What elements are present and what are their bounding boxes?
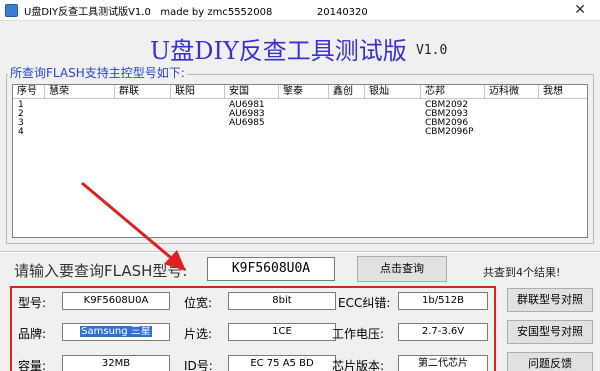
column-header[interactable]: 芯邦 — [421, 85, 485, 99]
ecc-field[interactable]: 1b/512B — [398, 292, 488, 310]
chip-version-label: 芯片版本: — [332, 359, 385, 371]
column-header[interactable]: 鑫创 — [329, 85, 365, 99]
model-field[interactable]: K9F5608U0A — [62, 292, 170, 310]
width-label: 位宽: — [184, 296, 213, 310]
chipselect-field[interactable]: 1CE — [228, 323, 336, 341]
column-header[interactable]: 群联 — [115, 85, 171, 99]
brand-field[interactable]: Samsung 三星 — [62, 323, 170, 341]
ecc-label: ECC纠错: — [338, 296, 391, 310]
column-header[interactable]: 迈科微 — [485, 85, 539, 99]
row-number: 4 — [18, 127, 24, 137]
column-header[interactable]: 我想 — [539, 85, 587, 99]
capacity-label: 容量: — [18, 359, 47, 371]
window-title: U盘DIY反查工具测试版V1.0 made by zmc5552008 2014… — [24, 7, 368, 18]
width-field[interactable]: 8bit — [228, 292, 336, 310]
feedback-button[interactable]: 问题反馈 — [507, 352, 593, 371]
controller-group-label: 所查询FLASH支持主控型号如下: — [8, 64, 187, 81]
chip-version-field[interactable]: 第二代芯片 — [398, 355, 488, 371]
column-header[interactable]: 擎泰 — [279, 85, 329, 99]
column-header[interactable]: 银灿 — [365, 85, 421, 99]
banner-version: V1.0 — [416, 43, 448, 58]
voltage-field[interactable]: 2.7-3.6V — [398, 323, 488, 341]
chipselect-label: 片选: — [184, 327, 213, 341]
query-button[interactable]: 点击查询 — [357, 256, 447, 282]
banner: U盘DIY反查工具测试版 V1.0 — [0, 22, 600, 70]
qunlian-compare-button[interactable]: 群联型号对照 — [507, 288, 593, 312]
column-header[interactable]: 序号 — [13, 85, 45, 99]
result-count: 共查到4个结果! — [483, 266, 561, 279]
list-header: 序号 慧荣 群联 联阳 安国 擎泰 鑫创 银灿 芯邦 迈科微 我想 — [13, 85, 587, 99]
app-icon — [5, 4, 18, 17]
brand-label: 品牌: — [18, 327, 47, 341]
close-icon[interactable]: ✕ — [574, 2, 586, 18]
brand-value: Samsung 三星 — [80, 326, 152, 337]
capacity-field[interactable]: 32MB — [62, 355, 170, 371]
column-header[interactable]: 慧荣 — [45, 85, 115, 99]
flash-model-input[interactable]: K9F5608U0A — [207, 257, 335, 281]
anguo-compare-button[interactable]: 安国型号对照 — [507, 320, 593, 344]
xinbang-cell: CBM2096P — [425, 127, 474, 137]
id-field[interactable]: EC 75 A5 BD — [228, 355, 336, 371]
title-bar: U盘DIY反查工具测试版V1.0 made by zmc5552008 2014… — [0, 0, 600, 21]
voltage-label: 工作电压: — [332, 327, 385, 341]
divider — [0, 251, 600, 253]
banner-title: U盘DIY反查工具测试版 — [150, 37, 407, 65]
controller-list[interactable]: 序号 慧荣 群联 联阳 安国 擎泰 鑫创 银灿 芯邦 迈科微 我想 1 AU69… — [12, 84, 588, 238]
id-label: ID号: — [184, 359, 213, 371]
model-label: 型号: — [18, 296, 47, 310]
column-header[interactable]: 联阳 — [171, 85, 225, 99]
search-prompt: 请输入要查询FLASH型号: — [14, 262, 188, 280]
anguo-cell: AU6985 — [229, 118, 265, 128]
column-header[interactable]: 安国 — [225, 85, 279, 99]
